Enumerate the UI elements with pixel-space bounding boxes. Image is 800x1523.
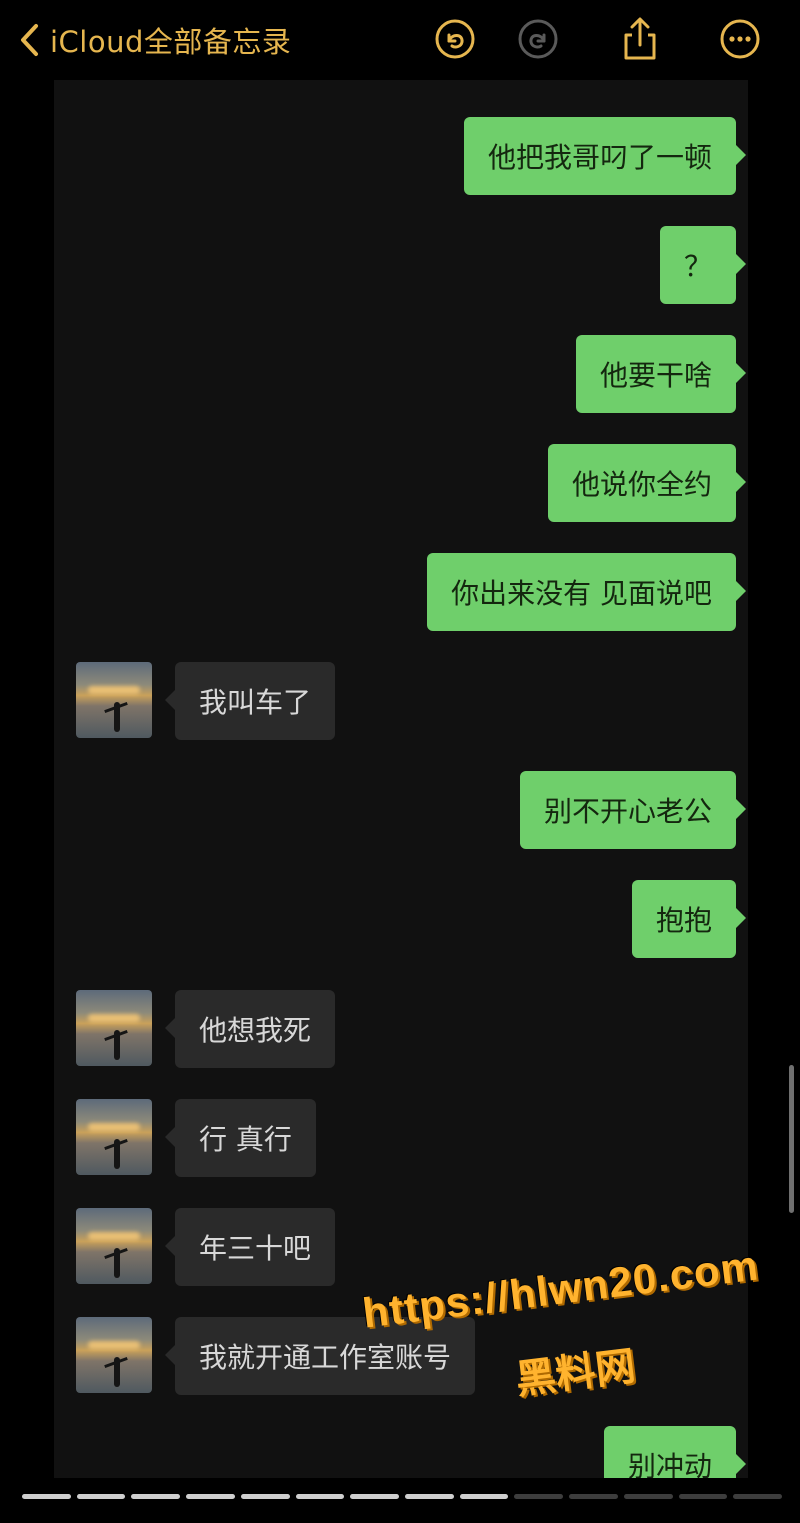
message-row: ？: [54, 226, 748, 304]
navigation-bar: iCloud全部备忘录: [0, 0, 800, 80]
message-row: 他说你全约: [54, 444, 748, 522]
message-row: 抱抱: [54, 880, 748, 958]
incoming-bubble: 年三十吧: [175, 1208, 336, 1286]
outgoing-bubble: 别冲动: [603, 1426, 736, 1478]
bubble-tail: [736, 363, 746, 383]
contact-avatar[interactable]: [76, 662, 152, 738]
message-row: 他要干啥: [54, 335, 748, 413]
bubble-tail: [165, 1236, 175, 1256]
bubble-tail: [165, 690, 175, 710]
bubble-tail: [736, 581, 746, 601]
page-dot[interactable]: [459, 1494, 509, 1499]
page-dot[interactable]: [22, 1494, 71, 1499]
page-dot[interactable]: [131, 1494, 181, 1499]
back-title: iCloud全部备忘录: [50, 25, 292, 59]
page-dot[interactable]: [350, 1494, 400, 1499]
outgoing-bubble: 他要干啥: [575, 335, 736, 413]
outgoing-bubble: 他把我哥叼了一顿: [463, 117, 736, 195]
redo-icon: [518, 19, 558, 59]
page-indicator[interactable]: [22, 1494, 783, 1502]
more-icon: [720, 19, 760, 59]
page-dot[interactable]: [623, 1494, 673, 1499]
bubble-tail: [736, 799, 746, 819]
message-row: 别冲动: [54, 1426, 748, 1478]
contact-avatar[interactable]: [76, 1317, 152, 1393]
undo-button[interactable]: [433, 17, 477, 61]
outgoing-bubble: 你出来没有 见面说吧: [427, 553, 736, 631]
bubble-tail: [736, 1454, 746, 1474]
share-icon: [624, 17, 656, 60]
contact-avatar[interactable]: [76, 1208, 152, 1284]
redo-button[interactable]: [516, 17, 560, 61]
page-dot[interactable]: [514, 1494, 564, 1499]
bubble-tail: [736, 908, 746, 928]
scroll-indicator[interactable]: [789, 1065, 794, 1213]
outgoing-bubble: 抱抱: [631, 880, 736, 958]
bubble-tail: [736, 472, 746, 492]
outgoing-bubble: ？: [659, 226, 736, 304]
contact-avatar[interactable]: [76, 1099, 152, 1175]
bubble-tail: [165, 1345, 175, 1365]
undo-icon: [435, 19, 475, 59]
outgoing-bubble: 他说你全约: [547, 444, 736, 522]
message-row: 你出来没有 见面说吧: [54, 553, 748, 631]
bubble-tail: [736, 145, 746, 165]
page-dot[interactable]: [240, 1494, 290, 1499]
page-dot[interactable]: [295, 1494, 345, 1499]
message-row: 他想我死: [54, 990, 748, 1068]
message-row: 别不开心老公: [54, 771, 748, 849]
bubble-tail: [165, 1018, 175, 1038]
bubble-tail: [736, 254, 746, 274]
incoming-bubble: 我叫车了: [175, 662, 336, 740]
message-row: 行 真行: [54, 1099, 748, 1177]
back-button[interactable]: iCloud全部备忘录: [18, 18, 291, 62]
incoming-bubble: 他想我死: [175, 990, 336, 1068]
chevron-left-icon: [21, 24, 38, 56]
contact-avatar[interactable]: [76, 990, 152, 1066]
message-row: 他把我哥叼了一顿: [54, 117, 748, 195]
page-dot[interactable]: [678, 1494, 728, 1499]
page-dot[interactable]: [405, 1494, 454, 1499]
incoming-bubble: 行 真行: [175, 1099, 316, 1177]
message-row: 我叫车了: [54, 662, 748, 740]
page-dot[interactable]: [76, 1494, 126, 1499]
more-button[interactable]: [718, 17, 762, 61]
bottom-strip: [0, 1508, 800, 1523]
page-dot[interactable]: [186, 1494, 235, 1499]
page-dot[interactable]: [569, 1494, 618, 1499]
outgoing-bubble: 别不开心老公: [519, 771, 736, 849]
share-button[interactable]: [618, 17, 662, 61]
bubble-tail: [165, 1127, 175, 1147]
page-dot[interactable]: [733, 1494, 783, 1499]
